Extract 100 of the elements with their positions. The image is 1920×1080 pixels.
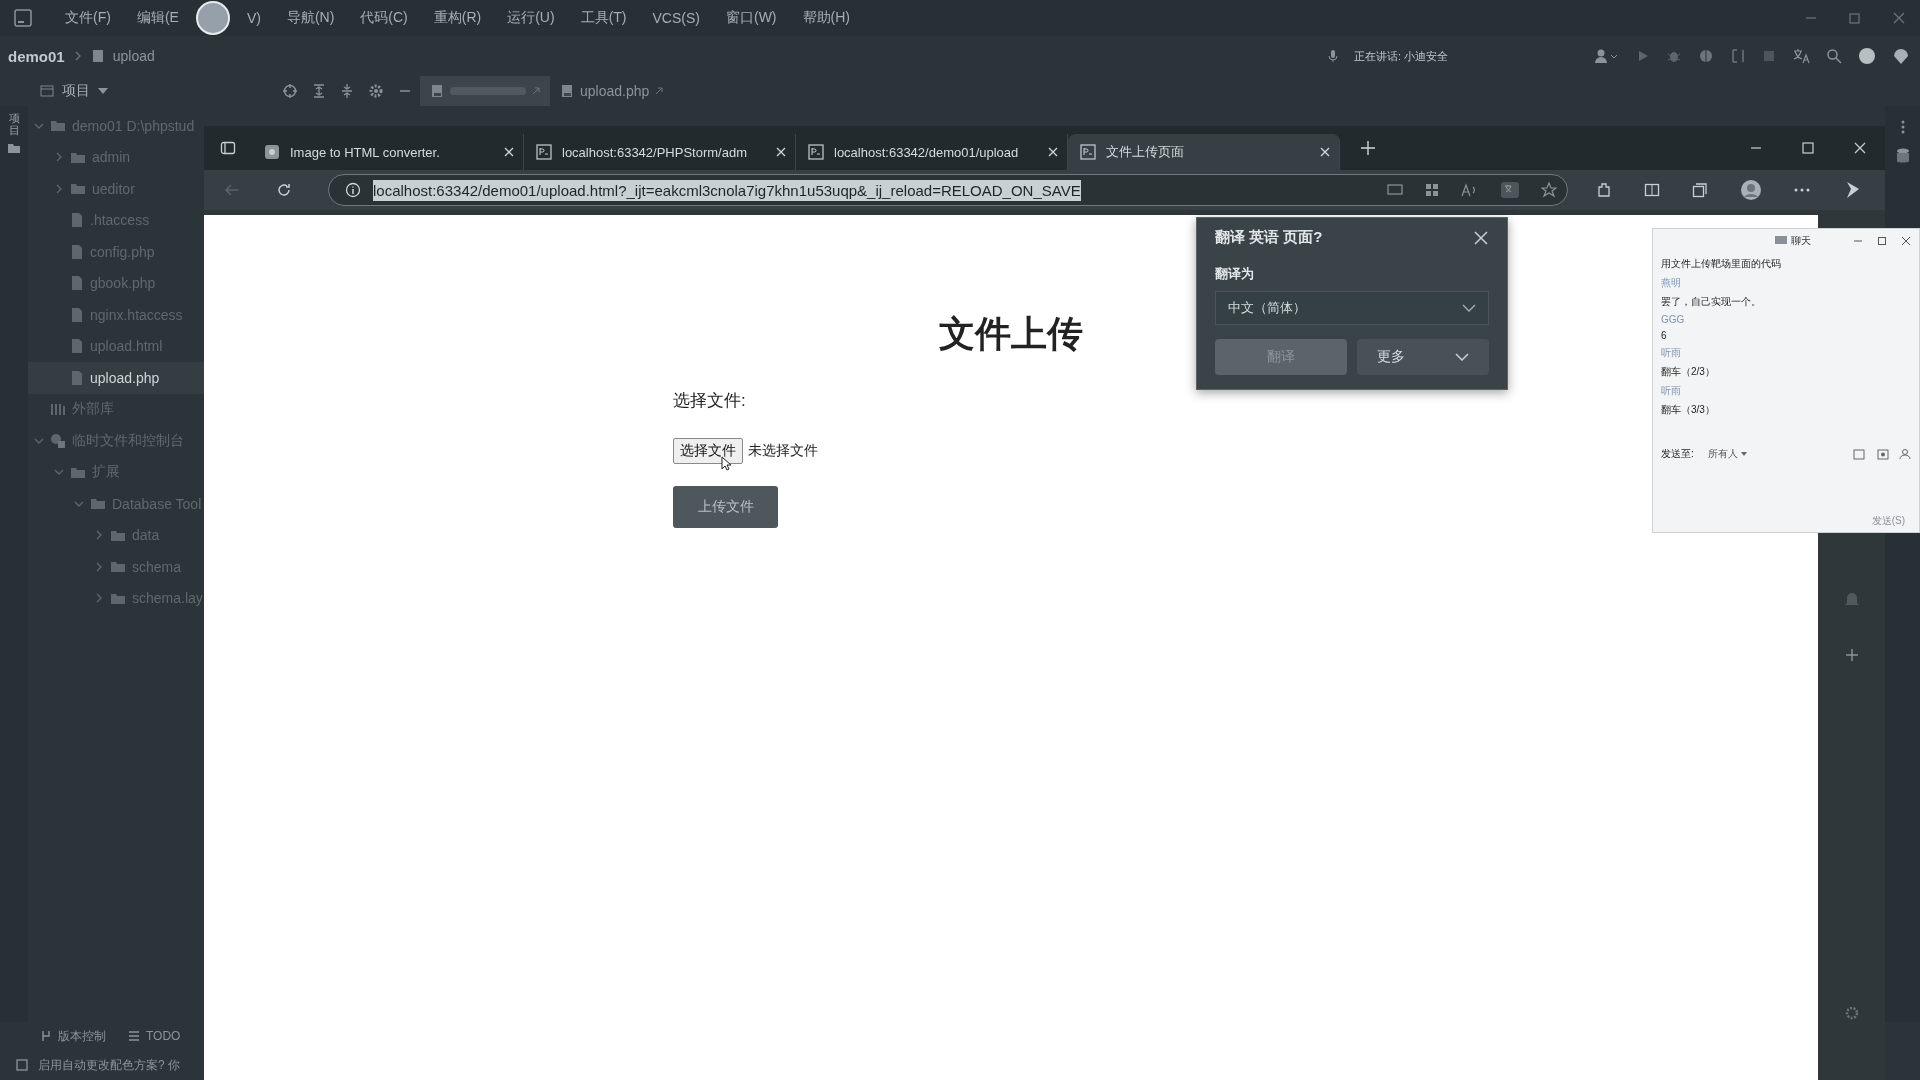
notification-icon (16, 1059, 28, 1071)
close-icon[interactable] (1901, 236, 1911, 246)
library-icon (50, 402, 66, 417)
profile-avatar-icon[interactable] (1740, 179, 1762, 201)
sender-name: 听雨 (1661, 384, 1682, 398)
menu-item[interactable]: 工具(T) (567, 9, 640, 27)
translate-icon[interactable] (1501, 182, 1519, 198)
collections-icon[interactable] (1692, 182, 1708, 198)
scratch-console-icon (50, 432, 66, 449)
php-file-icon (90, 49, 105, 63)
menu-item[interactable]: VCS(S) (639, 10, 713, 26)
profiler-icon[interactable] (1730, 48, 1746, 64)
extensions-icon[interactable] (1596, 182, 1612, 198)
folder-icon (110, 528, 126, 542)
file-icon (70, 369, 84, 386)
file-status-text: 未选择文件 (748, 442, 818, 460)
chevron-right-icon[interactable] (54, 183, 64, 194)
settings-icon[interactable] (368, 83, 384, 99)
editor-tab[interactable]: upload.php (550, 76, 674, 106)
panel-icon (40, 85, 54, 97)
chevron-down-icon (1462, 304, 1476, 312)
apps-icon[interactable] (1425, 183, 1439, 197)
user-icon[interactable] (1594, 48, 1620, 64)
open-external-icon (655, 87, 664, 95)
breadcrumb-item[interactable]: upload (112, 48, 155, 64)
tool-window-button[interactable]: 版本控制 (40, 1027, 106, 1045)
more-icon[interactable] (1900, 120, 1905, 134)
search-icon[interactable] (1826, 48, 1842, 64)
file-icon (70, 338, 84, 355)
caret-icon (1740, 452, 1747, 456)
menu-item[interactable]: 编辑(E (123, 9, 192, 27)
menu-item[interactable]: 重构(R) (420, 9, 495, 27)
language-dropdown[interactable]: 中文（简体） (1215, 291, 1489, 325)
page-heading: 文件上传 (939, 312, 1083, 356)
more-icon[interactable] (1794, 188, 1810, 192)
person-icon[interactable] (1899, 448, 1911, 460)
chevron-right-icon[interactable] (94, 561, 104, 572)
sender-name: 燕明 (1661, 276, 1682, 290)
tree-item[interactable]: upload.php (28, 362, 204, 394)
browser-tab[interactable]: 文件上传页面 (1068, 134, 1340, 170)
site-favicon-icon (264, 144, 280, 160)
chevron-right-icon[interactable] (94, 593, 104, 604)
file-icon (70, 243, 84, 260)
tool-window-button[interactable]: TODO (128, 1029, 181, 1043)
editor-tab[interactable] (420, 76, 550, 106)
project-tool-button[interactable]: 项目 (8, 112, 20, 137)
send-button[interactable]: 发送(S) (1871, 514, 1905, 528)
file-icon (70, 275, 84, 292)
breadcrumb-item[interactable]: demo01 (8, 47, 65, 65)
more-button[interactable]: 更多 (1357, 339, 1489, 375)
split-screen-icon[interactable] (1644, 182, 1660, 198)
phpstorm-favicon-icon (1080, 144, 1096, 160)
mouse-cursor-icon (721, 456, 731, 471)
speaking-status: 正在讲话: 小迪安全 (1353, 48, 1448, 64)
file-icon (70, 306, 84, 323)
collapse-all-icon[interactable] (340, 83, 354, 99)
chevron-right-icon[interactable] (54, 152, 64, 163)
menu-item[interactable]: 窗口(W) (713, 9, 790, 27)
microphone-icon (1327, 49, 1338, 63)
php-file-icon (560, 84, 574, 98)
new-tab-icon[interactable] (1360, 140, 1376, 156)
add-icon[interactable] (1844, 648, 1859, 662)
folder-icon (70, 182, 86, 196)
tab-actions-icon[interactable] (220, 140, 236, 156)
settings-icon[interactable] (1844, 1006, 1859, 1020)
folder-icon (70, 150, 86, 164)
expand-all-icon[interactable] (312, 83, 326, 99)
recipient-dropdown[interactable]: 所有人 (1707, 447, 1747, 461)
caret-icon[interactable] (98, 88, 108, 94)
folder-icon (50, 119, 66, 133)
locate-icon[interactable] (282, 83, 298, 99)
coverage-icon[interactable] (1698, 48, 1714, 64)
info-icon (345, 182, 361, 198)
folder-icon[interactable] (7, 142, 21, 155)
database-icon[interactable] (1895, 148, 1910, 164)
upload-button[interactable]: 上传文件 (673, 486, 778, 528)
screenshot-icon[interactable] (1877, 448, 1889, 460)
menu-item[interactable]: V) (233, 10, 274, 26)
menu-item[interactable]: 代码(C) (347, 9, 421, 27)
phpstorm-favicon-icon (808, 144, 824, 160)
maximize-icon[interactable] (1877, 236, 1887, 246)
translate-icon[interactable] (1792, 48, 1810, 64)
address-bar[interactable]: localhost:63342/demo01/upload.html?_ijt=eakcml3cnola7ig7khn1u53uqp&_ij_reload=RELOAD_ON_SAVE (328, 174, 1568, 206)
project-dropdown[interactable]: 项目 (62, 82, 90, 100)
run-icon[interactable] (1636, 49, 1650, 63)
choose-file-button[interactable]: 选择文件 (673, 438, 743, 464)
menu-item[interactable]: 文件(F) (52, 9, 124, 27)
sender-name: GGG (1661, 314, 1686, 325)
screen-icon[interactable] (1387, 183, 1403, 197)
chevron-right-icon[interactable] (94, 530, 104, 541)
menu-item[interactable]: 帮助(H) (789, 9, 863, 27)
refresh-icon[interactable] (276, 182, 292, 198)
favorite-icon[interactable] (1541, 182, 1557, 198)
app-logo-icon[interactable] (14, 9, 32, 27)
php-file-icon (430, 84, 444, 98)
folder-icon (110, 591, 126, 605)
menu-item[interactable]: 导航(N) (273, 9, 348, 27)
cursor-highlight-circle (195, 1, 230, 35)
menu-item[interactable]: 运行(U) (494, 9, 568, 27)
file-label: 选择文件: (673, 390, 747, 412)
